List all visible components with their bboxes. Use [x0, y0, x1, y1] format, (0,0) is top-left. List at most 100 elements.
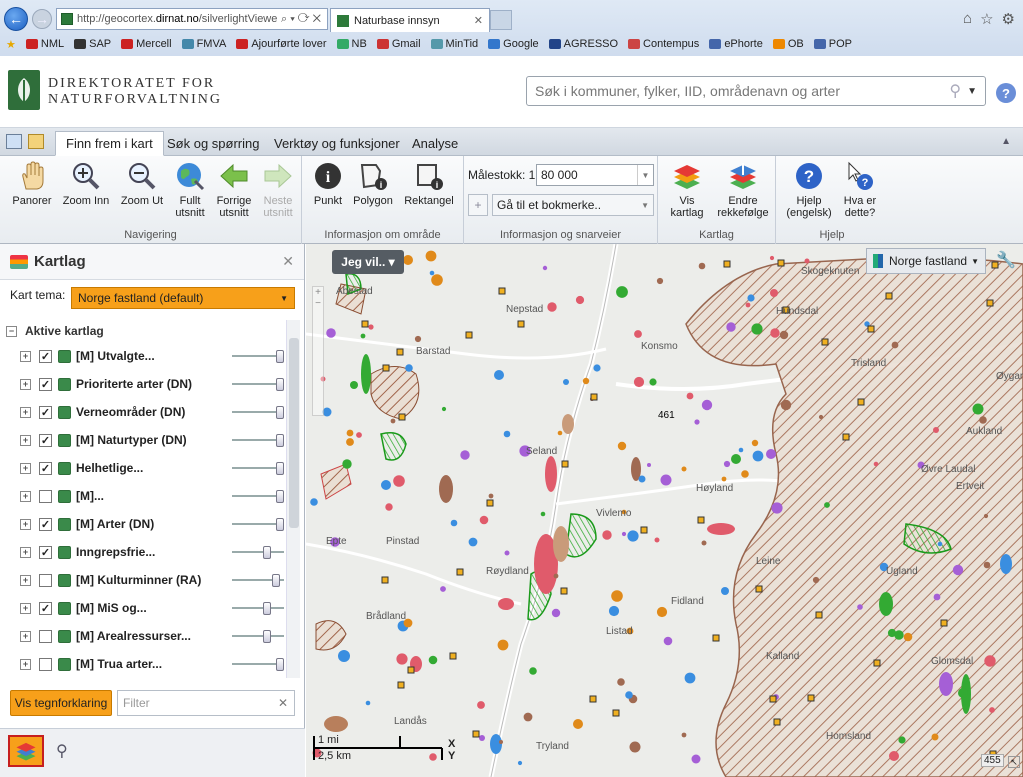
slider-thumb[interactable] — [276, 434, 284, 447]
site-marker[interactable] — [361, 320, 369, 328]
prev-extent-button[interactable]: Forrige utsnitt — [212, 160, 256, 219]
slider-thumb[interactable] — [276, 518, 284, 531]
map-feature[interactable] — [611, 590, 623, 602]
site-marker[interactable] — [517, 320, 525, 328]
layer-row[interactable]: + [M] Kulturminner (RA) — [6, 566, 284, 594]
map-feature[interactable] — [629, 741, 641, 753]
slider-thumb[interactable] — [262, 602, 271, 615]
favorite-link[interactable]: ePhorte — [709, 38, 763, 50]
close-icon[interactable]: ✕ — [282, 253, 294, 270]
map-feature[interactable] — [396, 653, 408, 665]
map-feature[interactable] — [731, 454, 741, 464]
site-marker[interactable] — [561, 460, 569, 468]
rectangle-button[interactable]: i Rektangel — [400, 160, 458, 207]
map-feature[interactable] — [681, 732, 687, 738]
expand-icon[interactable]: + — [20, 658, 31, 670]
expand-icon[interactable]: + — [20, 630, 31, 642]
slider-thumb[interactable] — [276, 406, 284, 419]
favorite-link[interactable]: OB — [772, 38, 804, 50]
layer-row[interactable]: + ✓ [M] Arter (DN) — [6, 510, 284, 538]
site-marker[interactable] — [986, 299, 994, 307]
tab-sok[interactable]: Søk og spørring — [157, 131, 269, 156]
map-feature[interactable] — [983, 513, 989, 519]
help-icon[interactable]: ? — [996, 83, 1016, 103]
map-feature[interactable] — [894, 630, 904, 640]
map-feature[interactable] — [681, 466, 687, 472]
map-feature[interactable] — [428, 655, 438, 665]
map-feature[interactable] — [898, 736, 906, 744]
site-marker[interactable] — [382, 364, 390, 372]
map-feature[interactable] — [691, 754, 701, 764]
tab-close-icon[interactable]: ✕ — [474, 14, 483, 27]
map-feature[interactable] — [602, 530, 612, 540]
dn-logo[interactable] — [8, 70, 40, 110]
chevron-down-icon[interactable]: ▼ — [637, 165, 653, 185]
map-feature[interactable] — [972, 403, 984, 415]
map-feature[interactable] — [381, 480, 391, 490]
layer-checkbox[interactable] — [39, 657, 52, 671]
map-feature[interactable] — [405, 364, 413, 372]
map-feature[interactable] — [573, 719, 583, 729]
site-marker[interactable] — [807, 694, 815, 702]
map-feature[interactable] — [891, 341, 899, 349]
layer-checkbox[interactable]: ✓ — [39, 377, 52, 391]
map-feature[interactable] — [310, 498, 318, 506]
map-feature[interactable] — [440, 586, 446, 592]
map-feature[interactable] — [770, 328, 780, 338]
map-feature[interactable] — [617, 678, 625, 686]
map-feature[interactable] — [780, 399, 792, 411]
opacity-slider[interactable] — [232, 602, 284, 615]
clear-icon[interactable]: ✕ — [278, 696, 288, 710]
map-feature[interactable] — [403, 255, 413, 265]
bookmark-select[interactable]: Gå til et bokmerke.. ▼ — [492, 194, 654, 216]
basemap-select[interactable]: Norge fastland ▼ — [866, 248, 986, 274]
map-feature[interactable] — [523, 712, 533, 722]
gear-icon[interactable]: ⚙ — [1002, 10, 1015, 28]
slider-thumb[interactable] — [276, 378, 284, 391]
map-feature[interactable] — [721, 587, 729, 595]
map-feature[interactable] — [479, 515, 489, 525]
map-feature[interactable] — [804, 258, 810, 264]
site-marker[interactable] — [398, 413, 406, 421]
map-feature[interactable] — [649, 378, 657, 386]
slider-thumb[interactable] — [276, 350, 284, 363]
site-marker[interactable] — [723, 260, 731, 268]
map-feature[interactable] — [984, 655, 996, 667]
i-want-to-menu[interactable]: Jeg vil.. ▾ — [332, 250, 404, 274]
map-feature[interactable] — [450, 519, 458, 527]
map-feature[interactable] — [441, 406, 447, 412]
site-marker[interactable] — [773, 718, 781, 726]
layer-row[interactable]: + ✓ Helhetlige... — [6, 454, 284, 482]
site-marker[interactable] — [940, 619, 948, 627]
map-feature[interactable] — [747, 294, 755, 302]
map-feature[interactable] — [460, 450, 470, 460]
opacity-slider[interactable] — [232, 658, 284, 671]
map-feature[interactable] — [326, 328, 336, 338]
map-feature[interactable] — [503, 430, 511, 438]
layers-tab-button[interactable] — [8, 735, 44, 767]
map-feature[interactable] — [497, 639, 509, 651]
tab-analyse[interactable]: Analyse — [402, 131, 468, 156]
theme-select[interactable]: Norge fastland (default) ▼ — [71, 287, 295, 309]
map-feature[interactable] — [468, 537, 478, 547]
favorite-link[interactable]: NML — [25, 38, 64, 50]
layer-row[interactable]: + [M] Trua arter... — [6, 650, 284, 678]
slider-thumb[interactable] — [276, 658, 284, 671]
map-feature[interactable] — [517, 760, 523, 766]
map-feature[interactable] — [663, 636, 673, 646]
map-feature[interactable] — [752, 450, 764, 462]
map-feature[interactable] — [360, 333, 366, 339]
opacity-slider[interactable] — [232, 630, 284, 643]
slider-thumb[interactable] — [271, 574, 280, 587]
show-layers-button[interactable]: Vis kartlag — [662, 160, 712, 219]
map-feature[interactable] — [494, 370, 504, 380]
map-feature[interactable] — [686, 392, 694, 400]
site-marker[interactable] — [456, 568, 464, 576]
map-feature[interactable] — [547, 302, 557, 312]
map-feature[interactable] — [356, 432, 362, 438]
map-feature[interactable] — [721, 476, 727, 482]
site-marker[interactable] — [396, 348, 404, 356]
map-feature[interactable] — [575, 295, 585, 305]
map-feature[interactable] — [779, 330, 789, 340]
map-feature[interactable] — [365, 700, 371, 706]
